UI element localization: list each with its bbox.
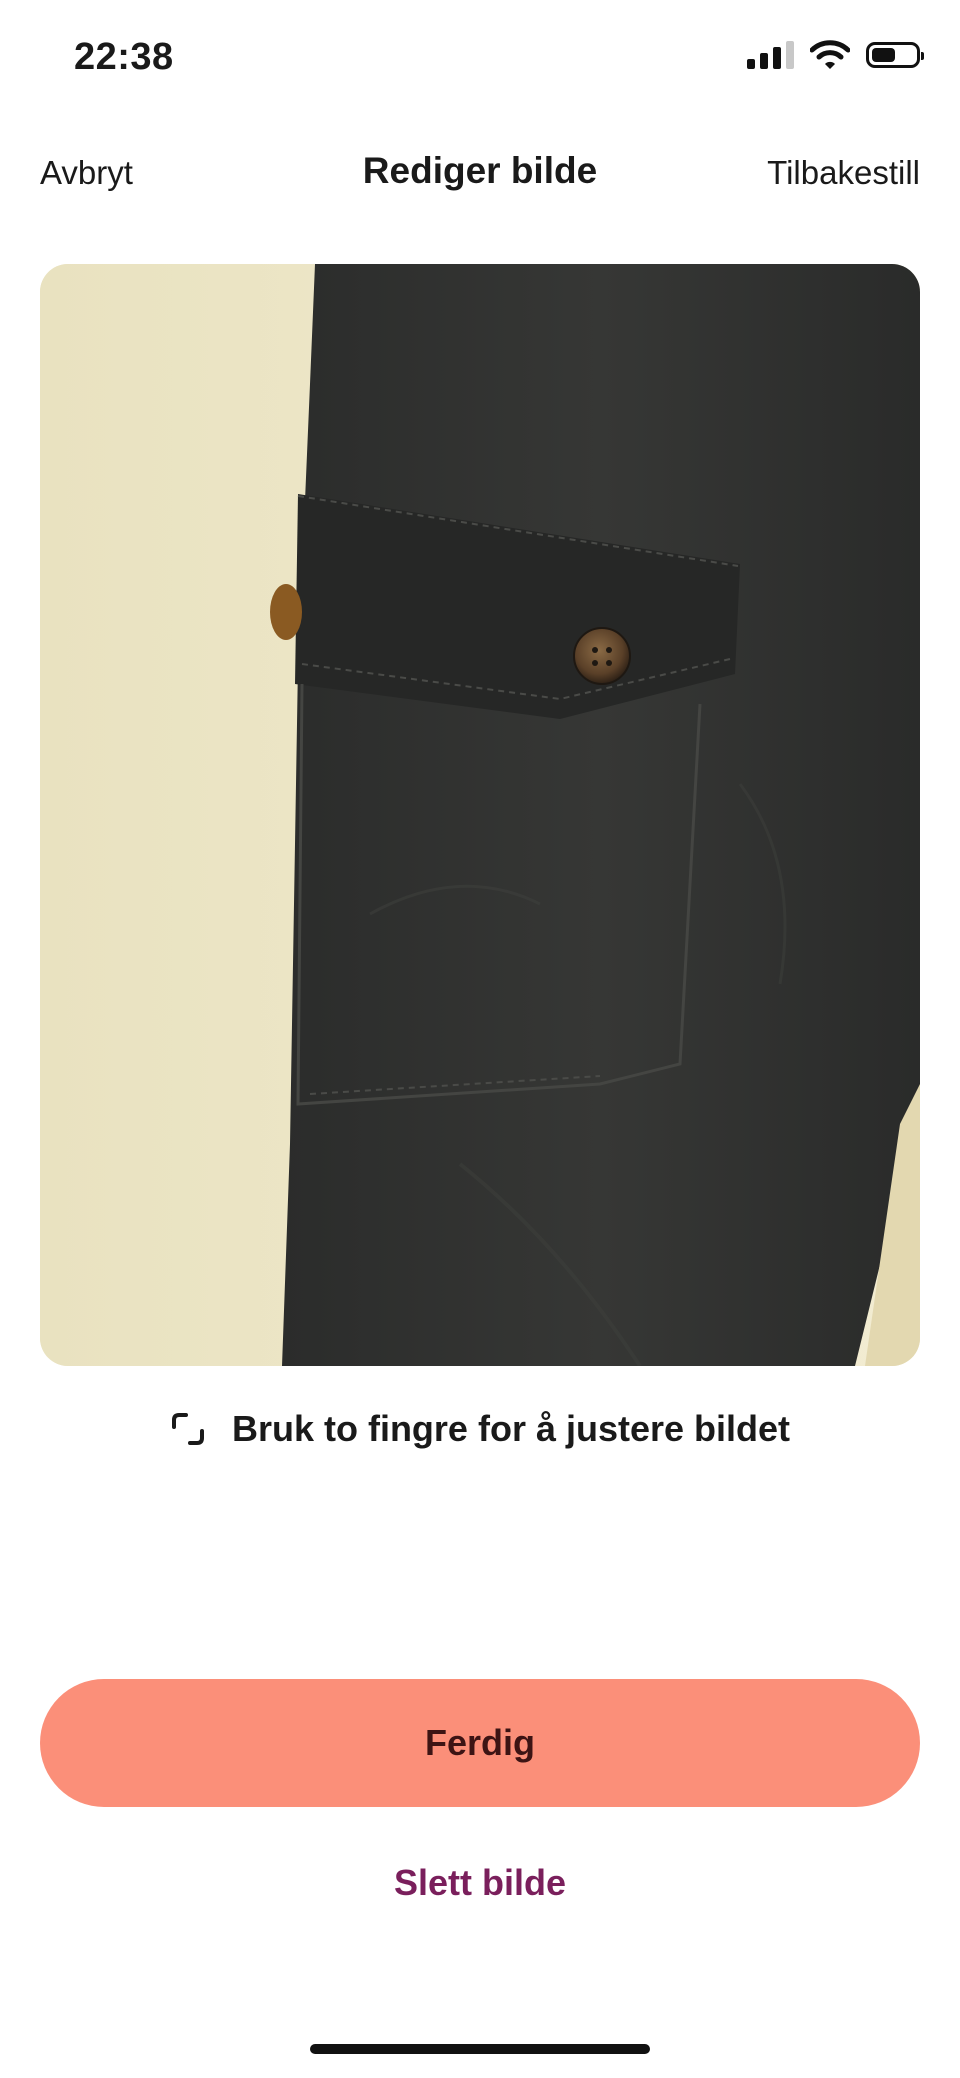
adjust-hint-text: Bruk to fingre for å justere bildet [231,1408,791,1449]
status-bar: 22:38 [0,0,960,120]
done-button[interactable]: Ferdig [40,1679,920,1807]
home-indicator[interactable] [310,2044,650,2054]
status-time: 22:38 [74,36,174,78]
delete-image-button[interactable]: Slett bilde [0,1862,960,1904]
navigation-bar: Avbryt Rediger bilde Tilbakestill [0,140,960,210]
wifi-icon [810,40,850,69]
photo-editor-image[interactable] [40,264,920,1366]
photo-content [40,264,920,1366]
battery-icon [866,42,924,68]
status-icons [747,40,924,70]
crop-icon [171,1413,204,1445]
reset-button[interactable]: Tilbakestill [767,154,920,192]
cellular-signal-icon [747,41,794,69]
adjust-hint: Bruk to fingre for å justere bildet [0,1408,960,1450]
